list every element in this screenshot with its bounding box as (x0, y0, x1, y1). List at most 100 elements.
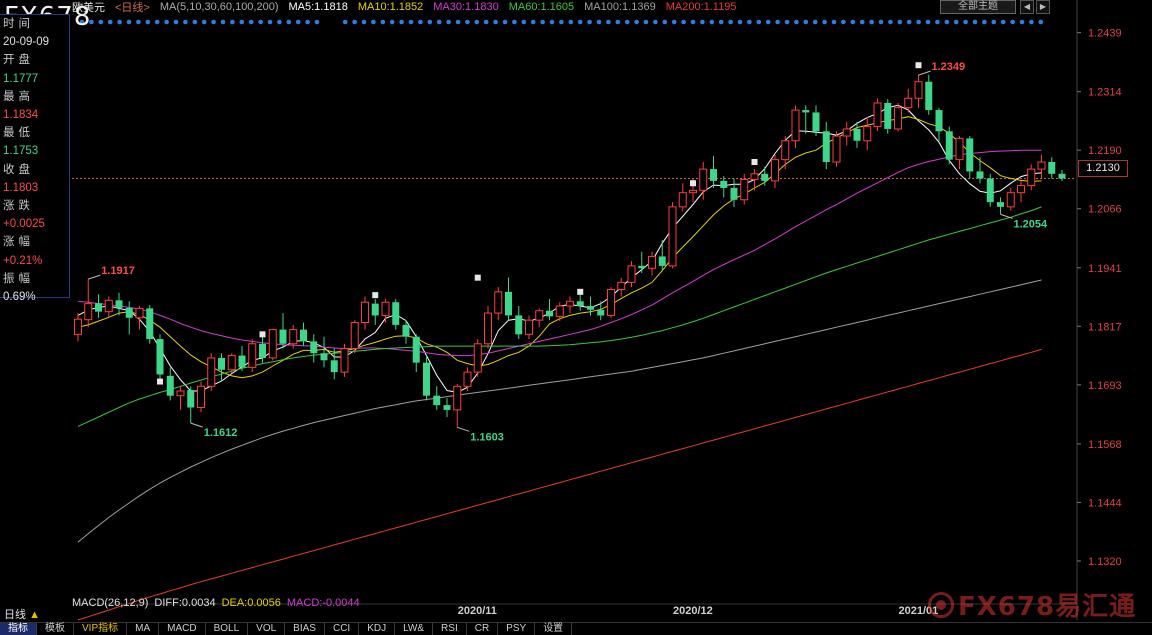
event-dot (549, 19, 555, 25)
candle (1048, 157, 1056, 179)
event-marker (577, 288, 584, 295)
event-dot (474, 19, 480, 25)
event-dot (540, 19, 545, 25)
tab-cr[interactable]: CR (467, 623, 499, 635)
period-label[interactable]: <日线> (115, 0, 150, 15)
candle-body (135, 307, 144, 319)
event-dot (878, 19, 884, 25)
price-tick-label: 1.2314 (1088, 87, 1122, 99)
candle (986, 173, 994, 207)
candlestick-chart[interactable]: 1.19171.1612 1.16031.23491.2054 1.2439 1.2… (0, 0, 1152, 635)
event-marker (751, 159, 758, 165)
event-marker (915, 62, 922, 69)
candle-body (638, 265, 646, 269)
candle (658, 239, 666, 271)
annotation-label: 1.1603 (470, 431, 504, 443)
candle-body (884, 102, 892, 129)
period-selector[interactable]: 日线 ▲ (4, 606, 40, 622)
price-annotations: 1.1917 1.1612 1.1603 1.2349 1.2054 (88, 61, 1048, 443)
candle (433, 386, 441, 410)
candle (822, 121, 830, 170)
tab-psy[interactable]: PSY (498, 623, 536, 635)
candle (668, 202, 677, 269)
scroll-left-button[interactable]: ◀ (1020, 0, 1034, 14)
event-dot (258, 19, 263, 25)
candle-body (576, 301, 584, 306)
event-dot (737, 19, 743, 25)
price-axis: 1.2439 1.2314 1.2190 1.2066 1.1941 1.1817 1.16… (1076, 0, 1122, 620)
open-label: 开盘 (3, 54, 34, 67)
tab-indicators[interactable]: 指标 (0, 623, 37, 635)
candle-body (607, 288, 615, 316)
time-value: 20-09-09 (3, 36, 50, 49)
tab-rsi[interactable]: RSI (433, 623, 467, 635)
event-dot (192, 19, 198, 25)
candle-body (597, 309, 605, 316)
symbol-label[interactable]: 欧美元 (72, 0, 105, 15)
candle-body (678, 192, 687, 208)
candle (853, 121, 861, 148)
tab-boll[interactable]: BOLL (206, 623, 249, 635)
tab-ma[interactable]: MA (127, 623, 160, 635)
tab-macd[interactable]: MACD (159, 623, 206, 635)
candle-body (566, 300, 574, 307)
event-dot (718, 19, 724, 25)
candle-body (146, 308, 154, 340)
candle-body (853, 128, 861, 141)
annotation-leader (190, 422, 203, 428)
ma-title[interactable]: MA(5,10,30,60,100,200) (160, 1, 279, 13)
macd-title[interactable]: MACD(26,12,9) (72, 597, 148, 609)
candle-body (873, 102, 882, 128)
candle-body (279, 329, 287, 344)
tab-kdj[interactable]: KDJ (359, 623, 396, 635)
candle (505, 277, 512, 321)
event-dot (286, 19, 292, 25)
candle (515, 306, 523, 340)
candle-body (125, 307, 133, 318)
event-dot (483, 19, 489, 25)
candle (802, 105, 810, 134)
candle (176, 386, 185, 410)
candle-body (832, 135, 841, 163)
event-dot (794, 19, 799, 25)
candle (648, 251, 656, 276)
event-dot (1000, 19, 1006, 25)
candle (966, 136, 974, 179)
candle-body (207, 357, 216, 387)
theme-dropdown[interactable]: 全部主题 (940, 0, 1016, 14)
candle (371, 298, 379, 325)
price-tick-label: 1.2439 (1088, 28, 1122, 40)
candle (761, 166, 769, 186)
scroll-right-button[interactable]: ▶ (1036, 0, 1050, 14)
tab-vip-indicators[interactable]: VIP指标 (74, 623, 128, 635)
event-dot (371, 19, 376, 25)
candle-body (658, 256, 666, 266)
tab-vol[interactable]: VOL (248, 623, 286, 635)
price-tick-label: 1.1444 (1088, 497, 1122, 509)
event-dot (107, 19, 113, 25)
candle (812, 105, 820, 137)
event-dot (606, 19, 611, 25)
candle-body (1037, 161, 1046, 170)
candle (771, 154, 779, 188)
candle-body (1048, 162, 1056, 174)
candle (1058, 170, 1066, 181)
candle-body (822, 131, 830, 162)
candle (310, 334, 318, 363)
candle (187, 386, 195, 424)
candle-body (463, 371, 472, 387)
candle-body (248, 343, 257, 368)
tab-bias[interactable]: BIAS (285, 623, 325, 635)
event-dot (709, 19, 715, 25)
candle-body (218, 357, 225, 370)
candle-body (699, 168, 708, 191)
price-tick-label: 1.1817 (1088, 321, 1122, 333)
tab-template[interactable]: 模板 (37, 623, 74, 635)
event-dot (869, 19, 874, 25)
tab-settings[interactable]: 设置 (535, 623, 573, 635)
candle-body (473, 343, 482, 373)
tab-lw[interactable]: LW& (395, 623, 434, 635)
candle (95, 294, 102, 318)
event-marker (259, 331, 266, 338)
tab-cci[interactable]: CCI (325, 623, 360, 635)
